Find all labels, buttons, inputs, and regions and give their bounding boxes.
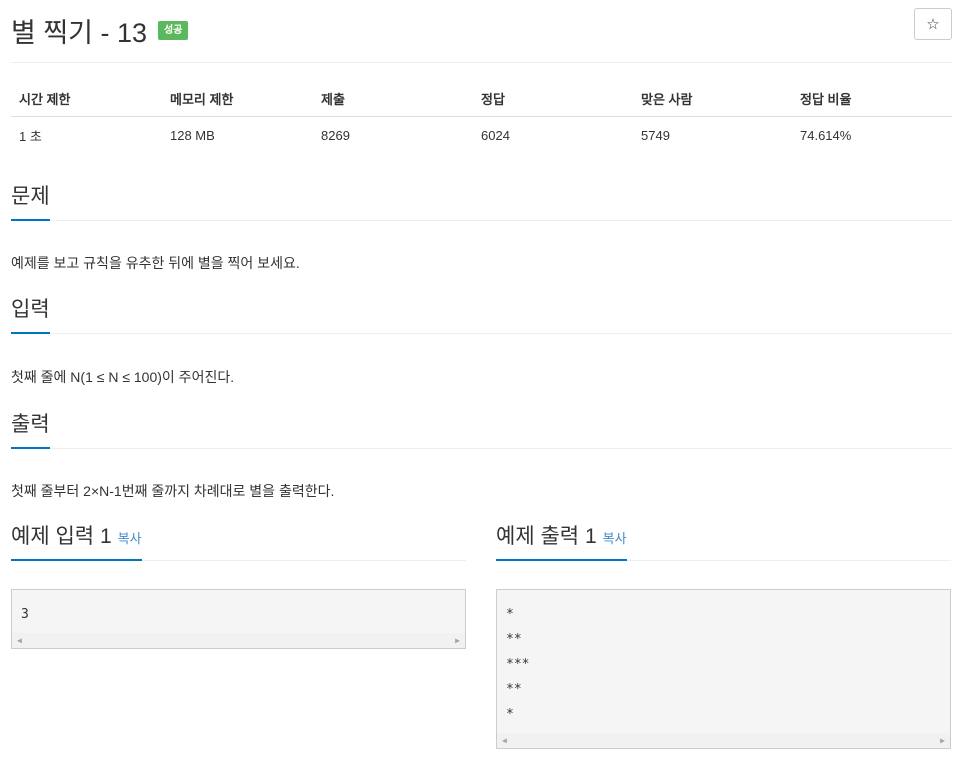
problem-title: 별 찍기 - 13 (11, 18, 148, 48)
sample-output-header: 예제 출력 1 복사 (496, 520, 951, 561)
sample-input-scrollbar[interactable]: ◀ ▶ (12, 633, 465, 648)
accepted-value: 6024 (481, 127, 510, 143)
input-text: 첫째 줄에 N(1 ≤ N ≤ 100)이 주어진다. (11, 369, 235, 385)
sample-input-content: 3 (21, 607, 29, 622)
sample-output-scrollbar[interactable]: ◀ ▶ (497, 733, 950, 748)
star-icon: ☆ (926, 16, 940, 33)
description-header: 문제 (11, 180, 952, 221)
description-title: 문제 (11, 180, 50, 221)
accepted-header: 정답 (473, 80, 633, 117)
submissions-header: 제출 (313, 80, 473, 117)
scroll-left-icon[interactable]: ◀ (502, 736, 507, 745)
sample-input-box[interactable]: 3 ◀ ▶ (11, 589, 466, 649)
sample-input-heading: 예제 입력 1 복사 (11, 520, 142, 561)
output-title: 출력 (11, 408, 50, 449)
input-title: 입력 (11, 293, 50, 334)
scroll-right-icon[interactable]: ▶ (455, 636, 460, 645)
solvers-value: 5749 (641, 127, 670, 143)
problem-info-table: 시간 제한 메모리 제한 제출 정답 맞은 사람 정답 비율 1 초 128 M… (11, 80, 952, 153)
sample-output-heading: 예제 출력 1 복사 (496, 520, 627, 561)
sample-output-title: 예제 출력 1 (496, 525, 597, 548)
time-limit-value: 1 초 (19, 128, 42, 144)
submissions-value: 8269 (321, 127, 350, 143)
accept-ratio-value: 74.614% (800, 127, 852, 143)
copy-input-link[interactable]: 복사 (118, 531, 142, 546)
output-text: 첫째 줄부터 2×N-1번째 줄까지 차례대로 별을 출력한다. (11, 483, 335, 499)
status-badge: 성공 (158, 21, 189, 40)
sample-input-title: 예제 입력 1 (11, 525, 112, 548)
copy-output-link[interactable]: 복사 (603, 531, 627, 546)
sample-input-header: 예제 입력 1 복사 (11, 520, 466, 561)
scroll-right-icon[interactable]: ▶ (940, 736, 945, 745)
scroll-left-icon[interactable]: ◀ (17, 636, 22, 645)
table-header-row: 시간 제한 메모리 제한 제출 정답 맞은 사람 정답 비율 (11, 80, 952, 117)
title-divider (11, 62, 952, 63)
description-text: 예제를 보고 규칙을 유추한 뒤에 별을 찍어 보세요. (11, 255, 300, 271)
output-header: 출력 (11, 408, 952, 449)
sample-output-content: * ** *** ** * (506, 607, 530, 722)
memory-limit-value: 128 MB (170, 127, 215, 143)
time-limit-header: 시간 제한 (11, 80, 162, 117)
solvers-header: 맞은 사람 (633, 80, 792, 117)
memory-limit-header: 메모리 제한 (162, 80, 313, 117)
input-header: 입력 (11, 293, 952, 334)
favorite-button[interactable]: ☆ (914, 8, 952, 40)
title-row: 별 찍기 - 13 성공 ☆ (11, 8, 952, 48)
accept-ratio-header: 정답 비율 (792, 80, 952, 117)
sample-output-box[interactable]: * ** *** ** * ◀ ▶ (496, 589, 951, 749)
table-row: 1 초 128 MB 8269 6024 5749 74.614% (11, 117, 952, 154)
